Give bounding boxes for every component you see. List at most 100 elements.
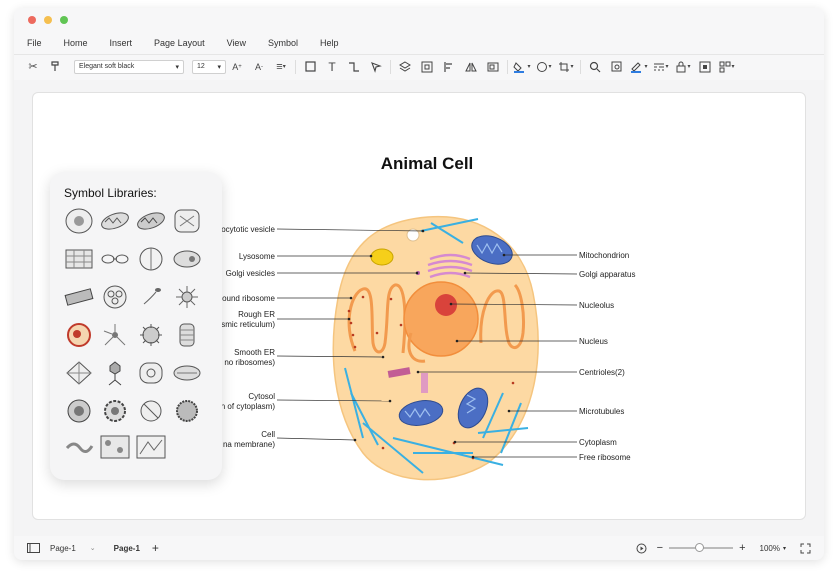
zoom-in-icon[interactable]: + bbox=[739, 542, 745, 554]
symbol-star-cell-1[interactable] bbox=[172, 284, 202, 310]
label-golgi-apparatus: Golgi apparatus bbox=[579, 270, 635, 279]
group-icon[interactable] bbox=[416, 57, 438, 77]
label-exocytotic-vesicle: ocytotic vesicle bbox=[221, 225, 275, 234]
fill-color-icon[interactable]: ▾ bbox=[511, 57, 533, 77]
label-golgi-vesicles: Golgi vesicles bbox=[226, 269, 275, 278]
symbol-neuron-2[interactable] bbox=[100, 322, 130, 348]
maximize-window-button[interactable] bbox=[60, 16, 68, 24]
menu-page-layout[interactable]: Page Layout bbox=[154, 38, 205, 48]
add-page-icon[interactable]: + bbox=[152, 541, 159, 555]
label-cell-detail: na membrane) bbox=[223, 440, 275, 449]
symbol-fiber-1[interactable] bbox=[64, 284, 94, 310]
rectangle-icon[interactable] bbox=[299, 57, 321, 77]
zoom-slider-handle[interactable] bbox=[695, 543, 705, 552]
connector-icon[interactable] bbox=[343, 57, 365, 77]
zoom-slider[interactable] bbox=[669, 543, 734, 552]
symbol-phage-1[interactable] bbox=[100, 360, 130, 386]
symbol-chain-1[interactable] bbox=[100, 246, 130, 272]
font-size-value: 12 bbox=[197, 63, 205, 70]
label-nucleus: Nucleus bbox=[579, 337, 608, 346]
label-nucleolus: Nucleolus bbox=[579, 301, 614, 310]
symbol-gear-cell-3[interactable] bbox=[172, 398, 202, 424]
menu-insert[interactable]: Insert bbox=[110, 38, 133, 48]
layers-icon[interactable] bbox=[394, 57, 416, 77]
symbol-web-1[interactable] bbox=[64, 360, 94, 386]
shape-style-icon[interactable]: ▾ bbox=[533, 57, 555, 77]
scissors-icon[interactable]: ✂ bbox=[22, 57, 44, 77]
symbol-cell-cluster-1[interactable] bbox=[100, 284, 130, 310]
symbol-sperm-1[interactable] bbox=[136, 284, 166, 310]
line-color-icon[interactable]: ▾ bbox=[628, 57, 650, 77]
close-window-button[interactable] bbox=[28, 16, 36, 24]
status-bar: Page-1 ⌄ Page-1 + − + 100% ▾ bbox=[14, 536, 824, 560]
font-size-select[interactable]: 12 ▾ bbox=[192, 59, 226, 74]
menu-view[interactable]: View bbox=[227, 38, 246, 48]
label-smooth-er-detail: no ribosomes) bbox=[224, 358, 275, 367]
play-icon[interactable] bbox=[631, 538, 653, 558]
chevron-down-icon[interactable]: ⌄ bbox=[90, 544, 96, 552]
find-replace-icon[interactable] bbox=[606, 57, 628, 77]
symbol-cell-3[interactable] bbox=[136, 360, 166, 386]
symbol-neuron-1[interactable] bbox=[172, 208, 202, 234]
symbol-mitochondrion-1[interactable] bbox=[100, 208, 130, 234]
page-list-icon[interactable] bbox=[22, 538, 44, 558]
label-cell: Cell bbox=[261, 430, 275, 439]
toolbar-divider bbox=[507, 59, 508, 74]
symbol-cell-4[interactable] bbox=[136, 398, 166, 424]
label-rough-er: Rough ER bbox=[238, 310, 275, 319]
symbol-cell-1[interactable] bbox=[64, 208, 94, 234]
frame-icon[interactable] bbox=[482, 57, 504, 77]
zoom-level[interactable]: 100% bbox=[760, 544, 780, 553]
symbol-tissue-3[interactable] bbox=[136, 434, 166, 460]
crop-icon[interactable]: ▾ bbox=[555, 57, 577, 77]
left-labels: ocytotic vesicle Lysosome Golgi vesicles… bbox=[221, 225, 276, 449]
label-microtubules: Microtubules bbox=[579, 407, 624, 416]
title-bar bbox=[14, 8, 824, 32]
menu-home[interactable]: Home bbox=[64, 38, 88, 48]
label-smooth-er: Smooth ER bbox=[234, 348, 275, 357]
diagram-title: Animal Cell bbox=[381, 154, 474, 173]
decrease-font-icon[interactable]: A- bbox=[248, 57, 270, 77]
symbol-tissue-1[interactable] bbox=[64, 246, 94, 272]
label-bound-ribosome: ound ribosome bbox=[222, 294, 275, 303]
increase-font-icon[interactable]: A + bbox=[226, 57, 248, 77]
menu-file[interactable]: File bbox=[27, 38, 42, 48]
menu-symbol[interactable]: Symbol bbox=[268, 38, 298, 48]
symbol-gear-cell-2[interactable] bbox=[100, 398, 130, 424]
chevron-down-icon[interactable]: ▾ bbox=[783, 545, 786, 552]
page-tab-active[interactable]: Page-1 bbox=[114, 544, 140, 553]
format-painter-icon[interactable] bbox=[44, 57, 66, 77]
flip-icon[interactable] bbox=[460, 57, 482, 77]
search-icon[interactable] bbox=[584, 57, 606, 77]
symbol-cylinder-1[interactable] bbox=[172, 322, 202, 348]
minimize-window-button[interactable] bbox=[44, 16, 52, 24]
align-text-icon[interactable]: ≡ ▾ bbox=[270, 57, 292, 77]
label-lysosome: Lysosome bbox=[239, 252, 276, 261]
label-free-ribosome: Free ribosome bbox=[579, 453, 631, 462]
symbol-mitochondrion-2[interactable] bbox=[136, 208, 166, 234]
toolbar: ✂ Elegant soft black ▾ 12 ▾ A + A- ≡ ▾ T ▾… bbox=[14, 54, 824, 78]
line-style-icon[interactable]: ▾ bbox=[650, 57, 672, 77]
symbol-virus-1[interactable] bbox=[136, 322, 166, 348]
symbol-worm-1[interactable] bbox=[64, 434, 94, 460]
page-selector[interactable]: Page-1 bbox=[50, 544, 76, 553]
symbol-gear-cell-1[interactable] bbox=[64, 398, 94, 424]
zoom-out-icon[interactable]: − bbox=[657, 542, 663, 554]
pointer-icon[interactable] bbox=[365, 57, 387, 77]
menu-help[interactable]: Help bbox=[320, 38, 339, 48]
label-cytosol-detail: n of cytoplasm) bbox=[221, 402, 276, 411]
chevron-down-icon: ▾ bbox=[217, 63, 221, 71]
menu-bar: File Home Insert Page Layout View Symbol… bbox=[14, 34, 824, 52]
symbol-colored-cell-1[interactable] bbox=[64, 322, 94, 348]
lock-icon[interactable]: ▾ bbox=[672, 57, 694, 77]
fit-icon[interactable] bbox=[694, 57, 716, 77]
symbol-bacterium-1[interactable] bbox=[172, 360, 202, 386]
symbol-organelle-1[interactable] bbox=[172, 246, 202, 272]
symbol-cell-2[interactable] bbox=[136, 246, 166, 272]
align-left-icon[interactable] bbox=[438, 57, 460, 77]
font-family-select[interactable]: Elegant soft black ▾ bbox=[74, 59, 184, 74]
symbol-tissue-2[interactable] bbox=[100, 434, 130, 460]
fullscreen-icon[interactable] bbox=[794, 538, 816, 558]
more-tools-icon[interactable]: ▾ bbox=[716, 57, 738, 77]
text-icon[interactable]: T bbox=[321, 57, 343, 77]
